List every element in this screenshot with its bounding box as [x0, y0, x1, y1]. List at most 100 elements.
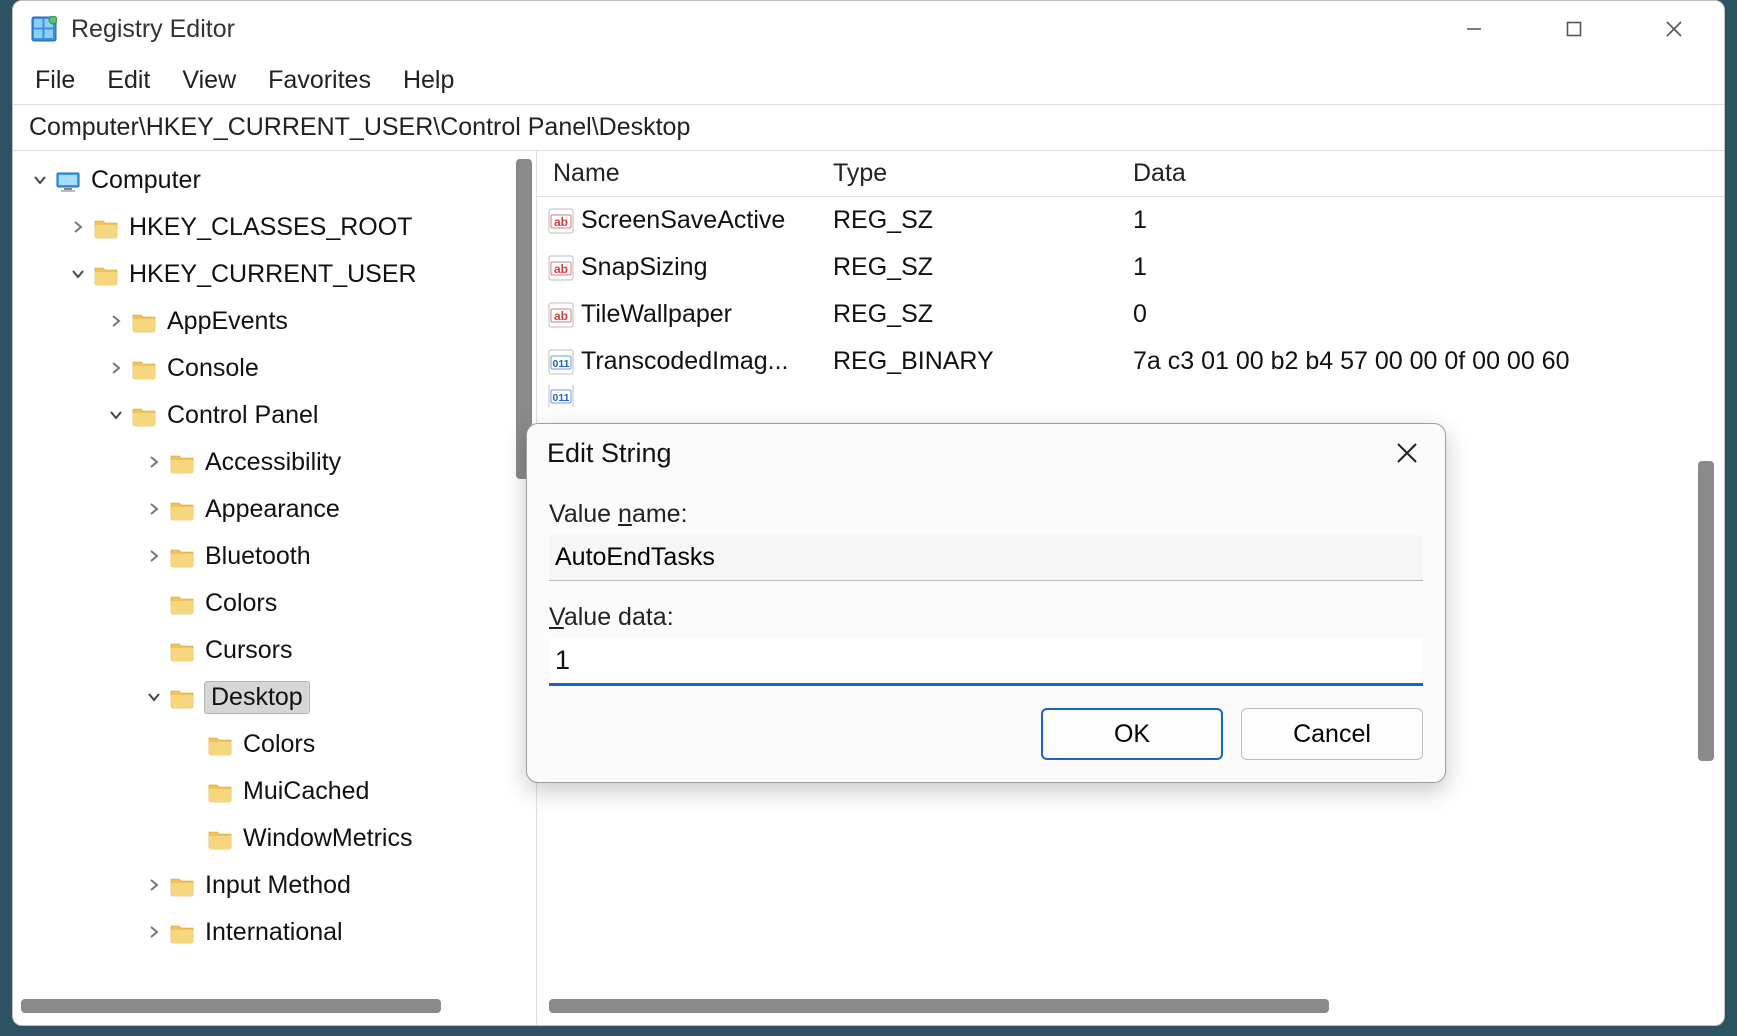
folder-icon: [169, 546, 197, 568]
tree-pane: Computer HKEY_CLASSES_ROOT HKEY_CURRENT_US…: [13, 151, 537, 1025]
folder-icon: [131, 311, 159, 333]
close-button[interactable]: [1624, 1, 1724, 57]
column-header-data[interactable]: Data: [1133, 159, 1724, 188]
value-name: ScreenSaveActive: [581, 206, 785, 235]
value-data-label: Value data:: [549, 603, 1423, 632]
folder-icon: [207, 828, 235, 850]
value-data: 0: [1133, 300, 1724, 329]
tree-item[interactable]: Console: [29, 345, 536, 392]
table-row[interactable]: [537, 385, 1724, 407]
tree-horizontal-scrollbar[interactable]: [21, 993, 506, 1019]
column-header-type[interactable]: Type: [833, 159, 1133, 188]
tree-item[interactable]: Input Method: [29, 862, 536, 909]
dialog-close-button[interactable]: [1389, 435, 1425, 471]
dialog-title: Edit String: [547, 438, 672, 469]
list-header: Name Type Data: [537, 151, 1724, 197]
list-vertical-scrollbar[interactable]: [1694, 201, 1718, 985]
tree-item[interactable]: WindowMetrics: [29, 815, 536, 862]
chevron-right-icon[interactable]: [143, 871, 165, 900]
tree-item[interactable]: Colors: [29, 721, 536, 768]
value-name-label: Value name:: [549, 500, 1423, 529]
value-type: REG_BINARY: [833, 347, 1133, 376]
tree-item[interactable]: International: [29, 909, 536, 956]
folder-icon: [207, 734, 235, 756]
ok-button[interactable]: OK: [1041, 708, 1223, 760]
dialog-titlebar: Edit String: [527, 424, 1445, 482]
chevron-right-icon[interactable]: [143, 448, 165, 477]
computer-icon: [55, 170, 83, 192]
tree-item-label: Colors: [205, 589, 277, 618]
tree-item[interactable]: Accessibility: [29, 439, 536, 486]
tree-item-label: HKEY_CURRENT_USER: [129, 260, 417, 289]
tree-item-label: Input Method: [205, 871, 351, 900]
string-value-icon: [547, 301, 575, 329]
value-name: SnapSizing: [581, 253, 707, 282]
string-value-icon: [547, 207, 575, 235]
tree-item-label: Accessibility: [205, 448, 341, 477]
chevron-down-icon[interactable]: [29, 166, 51, 195]
chevron-down-icon[interactable]: [105, 401, 127, 430]
tree-item-label: Control Panel: [167, 401, 318, 430]
menu-help[interactable]: Help: [403, 66, 454, 95]
tree-item-label: International: [205, 918, 343, 947]
folder-icon: [169, 687, 197, 709]
chevron-right-icon[interactable]: [143, 495, 165, 524]
tree-item[interactable]: MuiCached: [29, 768, 536, 815]
menu-view[interactable]: View: [182, 66, 236, 95]
tree-item-label: WindowMetrics: [243, 824, 412, 853]
tree-item-label: Colors: [243, 730, 315, 759]
maximize-button[interactable]: [1524, 1, 1624, 57]
chevron-down-icon[interactable]: [67, 260, 89, 289]
tree-item[interactable]: HKEY_CLASSES_ROOT: [29, 204, 536, 251]
address-text: Computer\HKEY_CURRENT_USER\Control Panel…: [29, 113, 690, 142]
table-row[interactable]: TileWallpaperREG_SZ0: [537, 291, 1724, 338]
chevron-right-icon[interactable]: [105, 307, 127, 336]
value-data: 1: [1133, 206, 1724, 235]
edit-string-dialog: Edit String Value name: AutoEndTasks Val…: [526, 423, 1446, 783]
tree-item[interactable]: HKEY_CURRENT_USER: [29, 251, 536, 298]
window-controls: [1424, 1, 1724, 57]
tree-item[interactable]: Computer: [29, 157, 536, 204]
table-row[interactable]: TranscodedImag...REG_BINARY7a c3 01 00 b…: [537, 338, 1724, 385]
tree-item[interactable]: AppEvents: [29, 298, 536, 345]
tree-item[interactable]: Colors: [29, 580, 536, 627]
cancel-button[interactable]: Cancel: [1241, 708, 1423, 760]
chevron-right-icon[interactable]: [105, 354, 127, 383]
string-value-icon: [547, 254, 575, 282]
table-row[interactable]: SnapSizingREG_SZ1: [537, 244, 1724, 291]
tree-item-label: Bluetooth: [205, 542, 311, 571]
tree-item[interactable]: Desktop: [29, 674, 536, 721]
folder-icon: [169, 593, 197, 615]
tree-item[interactable]: Appearance: [29, 486, 536, 533]
address-bar[interactable]: Computer\HKEY_CURRENT_USER\Control Panel…: [13, 105, 1724, 151]
value-name: TranscodedImag...: [581, 347, 789, 376]
folder-icon: [93, 217, 121, 239]
chevron-down-icon[interactable]: [143, 683, 165, 712]
tree-item[interactable]: Bluetooth: [29, 533, 536, 580]
value-data-input[interactable]: [549, 638, 1423, 686]
menu-edit[interactable]: Edit: [107, 66, 150, 95]
tree-item[interactable]: Control Panel: [29, 392, 536, 439]
folder-icon: [169, 499, 197, 521]
binary-value-icon: [547, 385, 575, 407]
chevron-right-icon[interactable]: [143, 918, 165, 947]
chevron-right-icon[interactable]: [143, 542, 165, 571]
menubar: File Edit View Favorites Help: [13, 57, 1724, 105]
list-horizontal-scrollbar[interactable]: [549, 993, 1690, 1019]
menu-file[interactable]: File: [35, 66, 75, 95]
minimize-button[interactable]: [1424, 1, 1524, 57]
tree-item-label: Desktop: [205, 682, 309, 713]
menu-favorites[interactable]: Favorites: [268, 66, 371, 95]
tree-item-label: HKEY_CLASSES_ROOT: [129, 213, 412, 242]
tree-item-label: Appearance: [205, 495, 340, 524]
chevron-right-icon[interactable]: [67, 213, 89, 242]
folder-icon: [169, 875, 197, 897]
tree-item[interactable]: Cursors: [29, 627, 536, 674]
folder-icon: [131, 358, 159, 380]
column-header-name[interactable]: Name: [537, 159, 833, 188]
tree-view[interactable]: Computer HKEY_CLASSES_ROOT HKEY_CURRENT_US…: [13, 151, 536, 1025]
value-type: REG_SZ: [833, 300, 1133, 329]
table-row[interactable]: ScreenSaveActiveREG_SZ1: [537, 197, 1724, 244]
tree-item-label: Computer: [91, 166, 201, 195]
binary-value-icon: [547, 348, 575, 376]
